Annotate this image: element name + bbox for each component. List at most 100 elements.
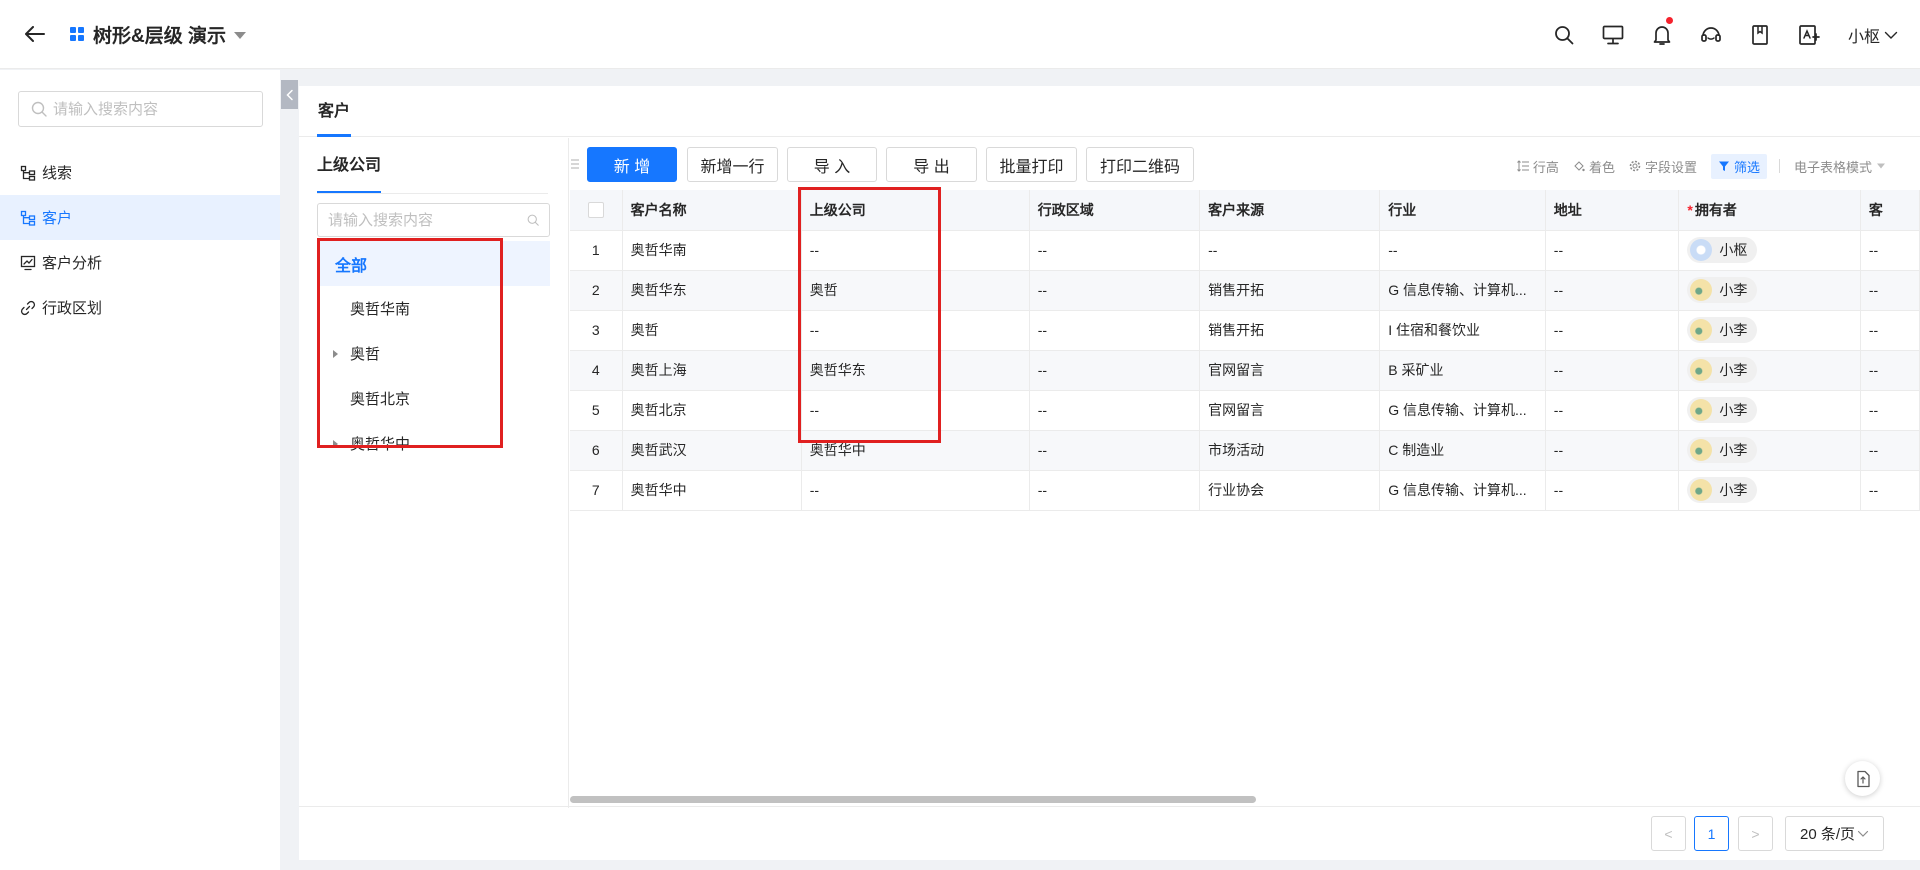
cell-parent[interactable]: -- bbox=[801, 470, 1030, 511]
column-header[interactable]: 客户来源 bbox=[1199, 190, 1381, 231]
cell-address[interactable]: -- bbox=[1545, 350, 1680, 391]
expand-arrow-icon[interactable] bbox=[333, 349, 338, 358]
cell-region[interactable]: -- bbox=[1029, 470, 1201, 511]
caret-down-icon[interactable] bbox=[234, 31, 247, 39]
cell-owner[interactable]: 小李 bbox=[1678, 270, 1861, 311]
select-all-checkbox[interactable] bbox=[587, 202, 604, 219]
row-number-cell[interactable]: 3 bbox=[570, 310, 623, 351]
cell-name[interactable]: 奥哲华东 bbox=[622, 270, 802, 311]
batch-print-button[interactable]: 批量打印 bbox=[986, 147, 1077, 182]
table-row[interactable]: 3 奥哲 -- -- 销售开拓 I 住宿和餐饮业 -- 小李 -- bbox=[570, 310, 1920, 351]
import-button[interactable]: 导 入 bbox=[787, 147, 877, 182]
app-title[interactable]: 树形&层级 演示 bbox=[93, 21, 226, 48]
row-number-cell[interactable]: 4 bbox=[570, 350, 623, 391]
table-row[interactable]: 6 奥哲武汉 奥哲华中 -- 市场活动 C 制造业 -- 小李 -- bbox=[570, 430, 1920, 471]
row-number-cell[interactable]: 2 bbox=[570, 270, 623, 311]
owner-chip[interactable]: 小李 bbox=[1687, 276, 1758, 303]
cell-extra[interactable]: -- bbox=[1860, 350, 1920, 391]
cell-owner[interactable]: 小李 bbox=[1678, 470, 1861, 511]
spreadsheet-mode-dropdown[interactable]: 电子表格模式 bbox=[1794, 157, 1890, 176]
cell-owner[interactable]: 小李 bbox=[1678, 430, 1861, 471]
drag-handle-icon[interactable] bbox=[570, 158, 580, 170]
cell-source[interactable]: 市场活动 bbox=[1199, 430, 1381, 471]
coloring-tool[interactable]: 着色 bbox=[1573, 157, 1615, 176]
cell-region[interactable]: -- bbox=[1029, 310, 1201, 351]
owner-chip[interactable]: 小枢 bbox=[1687, 236, 1758, 263]
cell-parent[interactable]: -- bbox=[801, 230, 1030, 271]
add-row-button[interactable]: 新增一行 bbox=[687, 147, 778, 182]
cell-parent[interactable]: -- bbox=[801, 390, 1030, 431]
owner-chip[interactable]: 小李 bbox=[1687, 476, 1758, 503]
next-page-button[interactable]: > bbox=[1738, 816, 1773, 851]
cell-parent[interactable]: 奥哲 bbox=[801, 270, 1030, 311]
cell-name[interactable]: 奥哲华中 bbox=[622, 470, 802, 511]
table-row[interactable]: 5 奥哲北京 -- -- 官网留言 G 信息传输、计算机... -- 小李 -- bbox=[570, 390, 1920, 431]
row-number-cell[interactable]: 5 bbox=[570, 390, 623, 431]
sidebar-item-admin-divisions[interactable]: 行政区划 bbox=[0, 285, 280, 330]
sidebar-search[interactable] bbox=[18, 91, 263, 127]
row-height-tool[interactable]: 行高 bbox=[1517, 157, 1559, 176]
sidebar-item-leads[interactable]: 线索 bbox=[0, 150, 280, 195]
owner-chip[interactable]: 小李 bbox=[1687, 396, 1758, 423]
search-icon[interactable] bbox=[527, 212, 539, 228]
cell-extra[interactable]: -- bbox=[1860, 270, 1920, 311]
monitor-icon[interactable] bbox=[1589, 0, 1638, 69]
cell-parent[interactable]: 奥哲华中 bbox=[801, 430, 1030, 471]
column-header-owner[interactable]: * 拥有者 bbox=[1678, 190, 1861, 231]
cell-industry[interactable]: G 信息传输、计算机... bbox=[1379, 270, 1546, 311]
cell-industry[interactable]: -- bbox=[1379, 230, 1546, 271]
headset-icon[interactable] bbox=[1687, 0, 1736, 69]
cell-parent[interactable]: 奥哲华东 bbox=[801, 350, 1030, 391]
cell-extra[interactable]: -- bbox=[1860, 470, 1920, 511]
field-settings-tool[interactable]: 字段设置 bbox=[1629, 157, 1697, 176]
sidebar-item-customers[interactable]: 客户 bbox=[0, 195, 280, 240]
user-menu[interactable]: 小枢 bbox=[1848, 23, 1898, 47]
cell-region[interactable]: -- bbox=[1029, 390, 1201, 431]
bell-icon[interactable] bbox=[1638, 0, 1687, 69]
cell-extra[interactable]: -- bbox=[1860, 390, 1920, 431]
tree-search[interactable] bbox=[317, 203, 550, 237]
cell-address[interactable]: -- bbox=[1545, 310, 1680, 351]
cell-industry[interactable]: G 信息传输、计算机... bbox=[1379, 470, 1546, 511]
cell-industry[interactable]: B 采矿业 bbox=[1379, 350, 1546, 391]
export-doc-button[interactable] bbox=[1845, 761, 1880, 796]
cell-address[interactable]: -- bbox=[1545, 390, 1680, 431]
cell-name[interactable]: 奥哲武汉 bbox=[622, 430, 802, 471]
cell-source[interactable]: 官网留言 bbox=[1199, 390, 1381, 431]
cell-address[interactable]: -- bbox=[1545, 430, 1680, 471]
horizontal-scrollbar[interactable] bbox=[570, 796, 1256, 803]
sidebar-item-customer-analysis[interactable]: 客户分析 bbox=[0, 240, 280, 285]
table-row[interactable]: 1 奥哲华南 -- -- -- -- -- 小枢 -- bbox=[570, 230, 1920, 271]
expand-arrow-icon[interactable] bbox=[333, 439, 338, 448]
tree-node-all[interactable]: 全部 bbox=[317, 241, 550, 286]
select-all-checkbox-cell[interactable] bbox=[570, 190, 623, 231]
tree-title[interactable]: 上级公司 bbox=[317, 138, 382, 194]
table-row[interactable]: 2 奥哲华东 奥哲 -- 销售开拓 G 信息传输、计算机... -- 小李 -- bbox=[570, 270, 1920, 311]
sidebar-collapse-button[interactable] bbox=[281, 80, 298, 109]
cell-extra[interactable]: -- bbox=[1860, 430, 1920, 471]
cell-industry[interactable]: C 制造业 bbox=[1379, 430, 1546, 471]
tree-node[interactable]: 奥哲北京 bbox=[317, 376, 550, 421]
cell-owner[interactable]: 小李 bbox=[1678, 350, 1861, 391]
owner-chip[interactable]: 小李 bbox=[1687, 356, 1758, 383]
cell-industry[interactable]: G 信息传输、计算机... bbox=[1379, 390, 1546, 431]
back-button[interactable] bbox=[0, 0, 70, 69]
cell-source[interactable]: 行业协会 bbox=[1199, 470, 1381, 511]
cell-name[interactable]: 奥哲北京 bbox=[622, 390, 802, 431]
cell-name[interactable]: 奥哲 bbox=[622, 310, 802, 351]
print-qr-button[interactable]: 打印二维码 bbox=[1086, 147, 1194, 182]
cell-industry[interactable]: I 住宿和餐饮业 bbox=[1379, 310, 1546, 351]
cell-owner[interactable]: 小枢 bbox=[1678, 230, 1861, 271]
cell-region[interactable]: -- bbox=[1029, 430, 1201, 471]
column-header[interactable]: 行业 bbox=[1379, 190, 1546, 231]
page-number-button[interactable]: 1 bbox=[1694, 816, 1729, 851]
cell-owner[interactable]: 小李 bbox=[1678, 390, 1861, 431]
translate-icon[interactable] bbox=[1785, 0, 1834, 69]
column-header[interactable]: 上级公司 bbox=[801, 190, 1030, 231]
cell-owner[interactable]: 小李 bbox=[1678, 310, 1861, 351]
tree-node[interactable]: 奥哲 bbox=[317, 331, 550, 376]
page-size-select[interactable]: 20 条/页 bbox=[1785, 816, 1884, 851]
cell-address[interactable]: -- bbox=[1545, 470, 1680, 511]
cell-parent[interactable]: -- bbox=[801, 310, 1030, 351]
cell-name[interactable]: 奥哲华南 bbox=[622, 230, 802, 271]
